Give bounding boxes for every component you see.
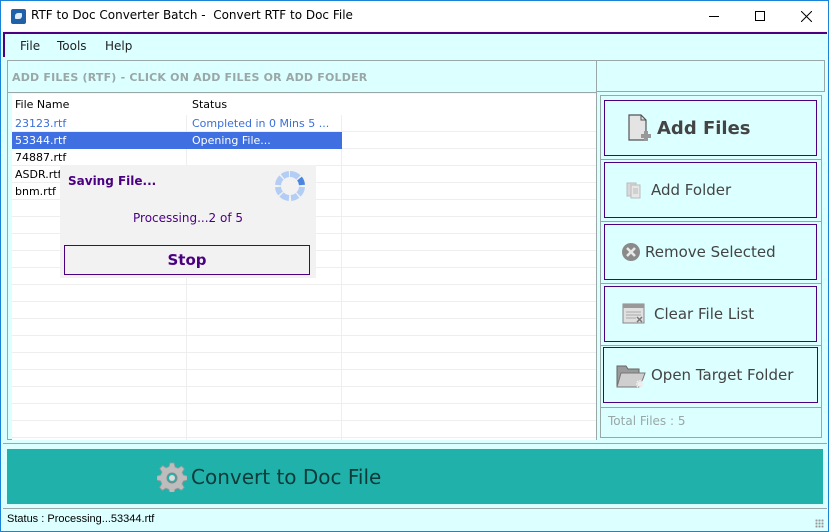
menu-tools[interactable]: Tools — [57, 39, 87, 53]
open-target-folder-label: Open Target Folder — [651, 366, 794, 384]
resize-grip-icon[interactable] — [815, 519, 824, 528]
gear-icon — [157, 462, 187, 492]
file-name-cell: 74887.rtf — [15, 151, 67, 164]
file-row[interactable]: 53344.rtf Opening File... — [12, 132, 596, 149]
empty-row — [12, 387, 596, 404]
menu-bar: File Tools Help — [3, 32, 827, 57]
status-text: Status : Processing...53344.rtf — [7, 513, 155, 525]
window-title: RTF to Doc Converter Batch - Convert RTF… — [31, 8, 353, 22]
column-header-file-name[interactable]: File Name — [15, 98, 69, 111]
divider — [601, 159, 821, 160]
menu-file[interactable]: File — [20, 39, 40, 53]
close-icon — [800, 10, 812, 22]
close-button[interactable] — [783, 1, 829, 31]
minimize-button[interactable] — [691, 1, 737, 31]
empty-row — [12, 319, 596, 336]
menu-help[interactable]: Help — [105, 39, 132, 53]
file-panel-instructions: ADD FILES (RTF) - CLICK ON ADD FILES OR … — [12, 71, 368, 84]
clear-list-icon — [622, 303, 645, 324]
column-header-status[interactable]: Status — [192, 98, 227, 111]
convert-button[interactable]: Convert to Doc File — [7, 449, 823, 504]
empty-row — [12, 302, 596, 319]
maximize-icon — [755, 11, 765, 21]
add-files-label: Add Files — [657, 117, 751, 139]
grid-header: File Name Status — [12, 94, 596, 115]
actions-header — [597, 60, 825, 92]
empty-row — [12, 285, 596, 302]
app-logo-icon — [11, 9, 26, 24]
minimize-icon — [709, 15, 719, 17]
file-row[interactable]: 23123.rtf Completed in 0 Mins 5 ... — [12, 115, 596, 132]
total-files-count: Total Files : 5 — [608, 414, 686, 428]
add-file-icon — [628, 114, 651, 141]
remove-icon — [622, 243, 640, 261]
divider — [601, 345, 821, 346]
empty-row — [12, 370, 596, 387]
divider — [601, 221, 821, 222]
divider — [601, 283, 821, 284]
actions-panel: Add Files Add Folder Remove Selected Cle… — [600, 95, 822, 438]
open-target-folder-button[interactable]: Open Target Folder — [603, 347, 818, 403]
empty-row — [12, 336, 596, 353]
divider — [601, 407, 821, 408]
title-bar: RTF to Doc Converter Batch - Convert RTF… — [1, 1, 828, 31]
status-bar: Status : Processing...53344.rtf — [3, 510, 827, 531]
remove-selected-label: Remove Selected — [645, 243, 776, 261]
add-files-button[interactable]: Add Files — [604, 100, 817, 156]
file-name-cell: 23123.rtf — [15, 117, 67, 130]
remove-selected-button[interactable]: Remove Selected — [604, 224, 817, 280]
file-status-cell: Completed in 0 Mins 5 ... — [192, 117, 330, 130]
empty-row — [12, 421, 596, 438]
maximize-button[interactable] — [737, 1, 783, 31]
file-panel-header: ADD FILES (RTF) - CLICK ON ADD FILES OR … — [8, 61, 596, 93]
progress-title: Saving File... — [68, 174, 157, 188]
file-row[interactable]: 74887.rtf — [12, 149, 596, 166]
file-list-panel: ADD FILES (RTF) - CLICK ON ADD FILES OR … — [7, 60, 597, 440]
file-name-cell: 53344.rtf — [15, 134, 67, 147]
clear-file-list-button[interactable]: Clear File List — [604, 286, 817, 342]
progress-dialog: Saving File... Processing...2 of 5 Stop — [60, 165, 316, 278]
add-folder-button[interactable]: Add Folder — [604, 162, 817, 218]
stop-button[interactable]: Stop — [64, 245, 310, 275]
empty-row — [12, 353, 596, 370]
convert-area: Convert to Doc File — [3, 443, 827, 509]
folder-icon — [626, 182, 641, 199]
convert-label: Convert to Doc File — [191, 465, 382, 489]
file-status-cell: Opening File... — [192, 134, 271, 147]
progress-message: Processing...2 of 5 — [133, 211, 243, 225]
loading-spinner-icon — [275, 170, 305, 201]
empty-row — [12, 404, 596, 421]
open-folder-icon — [616, 365, 646, 388]
clear-file-list-label: Clear File List — [654, 305, 755, 323]
app-window: RTF to Doc Converter Batch - Convert RTF… — [0, 0, 829, 532]
add-folder-label: Add Folder — [651, 181, 732, 199]
